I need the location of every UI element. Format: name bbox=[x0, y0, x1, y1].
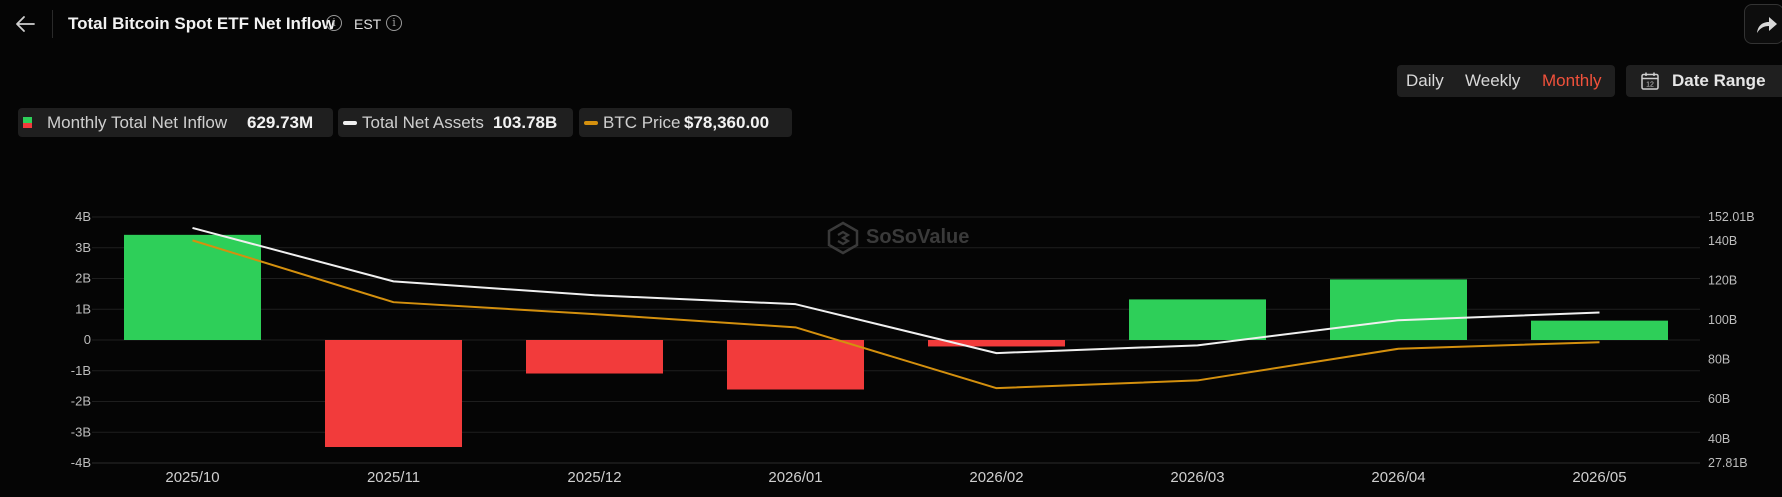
x-tick: 2025/11 bbox=[367, 469, 420, 486]
info-icon[interactable]: i bbox=[326, 15, 342, 31]
period-daily[interactable]: Daily bbox=[1406, 71, 1444, 91]
share-icon bbox=[1757, 17, 1777, 33]
x-tick: 2026/04 bbox=[1371, 469, 1425, 486]
net-inflow-swatch bbox=[23, 117, 32, 128]
back-arrow-icon[interactable] bbox=[14, 12, 38, 36]
x-tick: 2026/02 bbox=[969, 469, 1023, 486]
inflow-bars bbox=[124, 234, 1668, 448]
y-left-tick: -2B bbox=[71, 394, 91, 409]
y-left-tick: 3B bbox=[75, 240, 91, 255]
legend-value: 629.73M bbox=[247, 113, 314, 132]
legend-name: Total Net Assets bbox=[362, 113, 484, 132]
period-monthly[interactable]: Monthly bbox=[1542, 71, 1602, 91]
inflow-bar bbox=[124, 234, 261, 340]
chart-header: Total Bitcoin Spot ETF Net Inflow i EST … bbox=[0, 0, 1782, 48]
net-assets-swatch bbox=[343, 121, 357, 125]
x-tick: 2026/01 bbox=[768, 469, 822, 486]
y-left-tick: 2B bbox=[75, 271, 91, 286]
calendar-icon: 12 bbox=[1641, 72, 1659, 90]
inflow-bar bbox=[1330, 279, 1467, 340]
legend-name: BTC Price bbox=[603, 113, 681, 132]
period-weekly[interactable]: Weekly bbox=[1465, 71, 1520, 91]
period-selector: Daily Weekly Monthly bbox=[1397, 65, 1615, 97]
page-title: Total Bitcoin Spot ETF Net Inflow bbox=[68, 14, 335, 33]
y-right-tick: 152.01B bbox=[1708, 210, 1755, 224]
date-range-label: Date Range bbox=[1672, 71, 1766, 90]
y-right-tick: 40B bbox=[1708, 432, 1730, 446]
y-axis-left: 4B 3B 2B 1B 0 -1B -2B -3B -4B bbox=[71, 209, 91, 470]
share-button[interactable] bbox=[1744, 4, 1782, 44]
legend-net-assets[interactable]: Total Net Assets 103.78B bbox=[338, 108, 573, 137]
y-right-tick: 140B bbox=[1708, 234, 1737, 248]
inflow-bar bbox=[727, 340, 864, 390]
legend-net-inflow[interactable]: Monthly Total Net Inflow 629.73M bbox=[18, 108, 333, 137]
y-right-tick: 120B bbox=[1708, 273, 1737, 287]
y-left-tick: -1B bbox=[71, 363, 91, 378]
y-left-tick: 1B bbox=[75, 301, 91, 316]
inflow-bar bbox=[1129, 299, 1266, 340]
x-tick: 2025/12 bbox=[567, 469, 621, 486]
header-divider bbox=[52, 10, 53, 38]
x-tick: 2025/10 bbox=[165, 469, 219, 486]
x-tick: 2026/03 bbox=[1170, 469, 1224, 486]
x-tick: 2026/05 bbox=[1572, 469, 1626, 486]
legend-name: Monthly Total Net Inflow bbox=[47, 113, 228, 132]
legend-btc-price[interactable]: BTC Price $78,360.00 bbox=[579, 108, 792, 137]
y-left-tick: 4B bbox=[75, 209, 91, 224]
y-right-tick: 27.81B bbox=[1708, 456, 1748, 470]
btc-price-swatch bbox=[584, 121, 598, 125]
legend-value: 103.78B bbox=[493, 113, 558, 132]
legend-value: $78,360.00 bbox=[684, 113, 770, 132]
date-range-button[interactable]: 12 Date Range bbox=[1626, 65, 1782, 97]
svg-text:SoSoValue: SoSoValue bbox=[866, 226, 969, 248]
y-right-tick: 60B bbox=[1708, 392, 1730, 406]
y-right-tick: 80B bbox=[1708, 353, 1730, 367]
y-left-tick: 0 bbox=[84, 332, 91, 347]
inflow-bar bbox=[325, 340, 462, 448]
svg-text:12: 12 bbox=[1646, 82, 1654, 89]
inflow-chart: SoSoValue 4B3B2B1B0-1B-2B-3B-4B 152.01B1… bbox=[71, 209, 1755, 486]
y-right-tick: 100B bbox=[1708, 313, 1737, 327]
timezone-label: EST bbox=[354, 16, 382, 32]
y-left-tick: -3B bbox=[71, 424, 91, 439]
timezone-info-icon[interactable]: i bbox=[386, 15, 402, 31]
inflow-bar bbox=[526, 340, 663, 374]
inflow-bar bbox=[1531, 320, 1668, 340]
y-axis-right: 152.01B 140B 120B 100B 80B 60B 40B 27.81B bbox=[1708, 210, 1755, 470]
watermark: SoSoValue bbox=[827, 221, 969, 255]
y-left-tick: -4B bbox=[71, 455, 91, 470]
x-axis: 2025/10 2025/11 2025/12 2026/01 2026/02 2026/… bbox=[92, 462, 1700, 486]
